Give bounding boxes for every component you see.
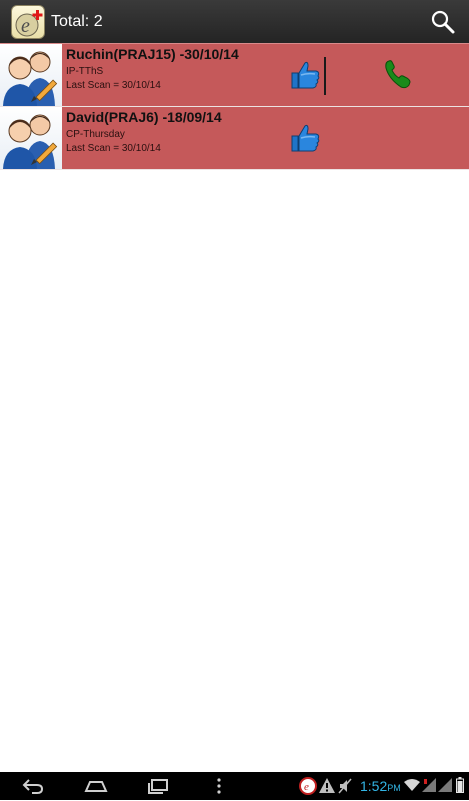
contact-batch: IP-TThS <box>66 66 104 77</box>
menu-overflow-icon[interactable] <box>216 777 222 800</box>
row-divider <box>324 57 326 95</box>
contact-name: David(PRAJ6) -18/09/14 <box>66 109 222 125</box>
contact-last-scan: Last Scan = 30/10/14 <box>66 80 161 91</box>
system-navigation-bar: e 1:52PM <box>0 772 469 800</box>
phone-call-icon[interactable] <box>384 59 412 89</box>
contact-batch: CP-Thursday <box>66 129 125 140</box>
page-title: Total: 2 <box>51 13 103 30</box>
action-bar: e Total: 2 <box>0 0 469 44</box>
home-icon[interactable] <box>84 777 108 800</box>
warning-icon[interactable] <box>318 777 336 799</box>
app-notification-icon[interactable]: e <box>298 776 318 801</box>
contact-avatar-icon <box>0 44 62 106</box>
contact-avatar-icon <box>0 107 62 169</box>
app-logo-icon[interactable]: e <box>11 5 45 39</box>
contact-name: Ruchin(PRAJ15) -30/10/14 <box>66 46 239 62</box>
recent-apps-icon[interactable] <box>146 777 170 800</box>
signal-no-sim-icon <box>422 778 436 797</box>
list-item[interactable]: Ruchin(PRAJ15) -30/10/14 IP-TThS Last Sc… <box>0 43 469 107</box>
back-icon[interactable] <box>22 777 44 800</box>
thumbs-up-icon[interactable] <box>289 122 321 154</box>
svg-text:e: e <box>304 781 309 793</box>
mute-icon <box>338 777 352 800</box>
list-item[interactable]: David(PRAJ6) -18/09/14 CP-Thursday Last … <box>0 107 469 170</box>
battery-icon <box>456 777 464 798</box>
status-clock: 1:52PM <box>360 778 401 794</box>
thumbs-up-icon[interactable] <box>289 59 321 91</box>
signal-icon <box>438 778 452 797</box>
contact-list: Ruchin(PRAJ15) -30/10/14 IP-TThS Last Sc… <box>0 43 469 170</box>
clock-ampm: PM <box>387 783 401 793</box>
clock-time: 1:52 <box>360 778 388 794</box>
svg-text:e: e <box>21 15 30 37</box>
search-icon[interactable] <box>430 9 456 35</box>
wifi-icon <box>404 778 420 797</box>
contact-last-scan: Last Scan = 30/10/14 <box>66 143 161 154</box>
